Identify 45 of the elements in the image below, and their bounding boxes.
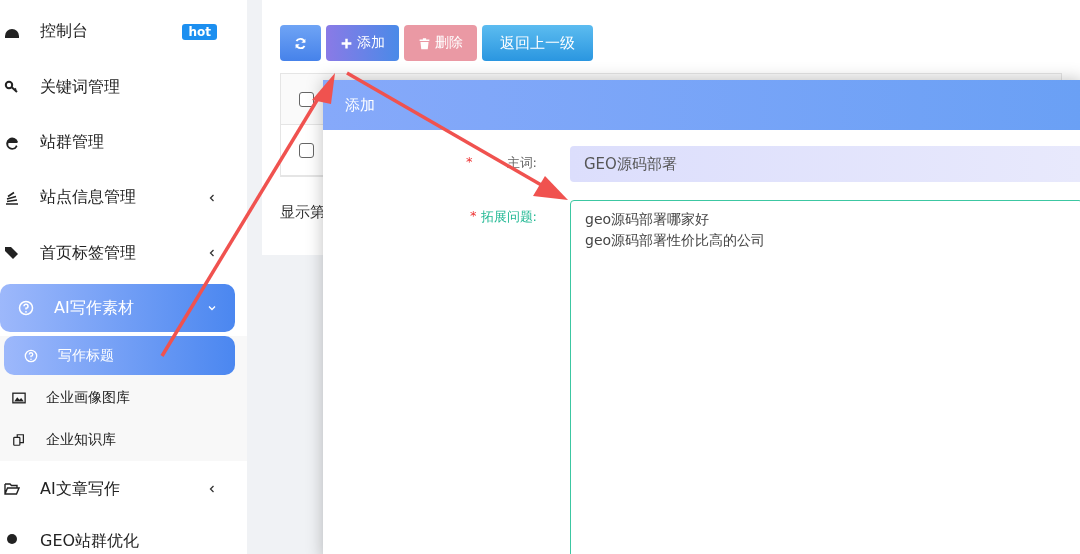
sidebar-item[interactable]: GEO站群优化 (0, 530, 235, 554)
menu-label: 控制台 (40, 21, 89, 43)
menu-label: 站群管理 (40, 131, 105, 153)
menu-label: 关键词管理 (40, 76, 121, 98)
menu-label: GEO站群优化 (40, 530, 141, 552)
stack-icon (4, 189, 20, 206)
sidebar-item[interactable]: 关键词管理 (0, 59, 235, 115)
required-mark: * (466, 154, 473, 171)
refresh-icon (294, 36, 307, 50)
tags-icon (4, 245, 20, 262)
refresh-button[interactable] (280, 25, 321, 61)
row-checkbox[interactable] (299, 142, 314, 158)
field-label: 拓展问题: (480, 208, 537, 226)
copy-icon (12, 433, 26, 448)
sidebar-item[interactable]: 站群管理 (0, 114, 235, 171)
sidebar-item[interactable]: 首页标签管理 (0, 225, 235, 281)
menu-label: 写作标题 (58, 346, 114, 365)
folder-icon (4, 481, 20, 498)
dialog-title: 添加 (345, 95, 375, 115)
sidebar-item[interactable]: 站点信息管理 (0, 170, 235, 226)
plus-icon (340, 36, 353, 50)
add-button[interactable]: 添加 (326, 25, 399, 61)
hot-badge: hot (182, 23, 217, 40)
submenu-item[interactable]: 企业知识库 (4, 419, 235, 462)
menu-label: 站点信息管理 (40, 187, 137, 209)
question-icon (18, 300, 34, 317)
sidebar-item[interactable]: 控制台 hot (0, 4, 235, 60)
chevron-left-icon (207, 484, 217, 495)
chevron-left-icon (207, 192, 217, 203)
image-icon (12, 391, 26, 406)
key-icon (4, 79, 20, 96)
submenu-item[interactable]: 企业画像图库 (4, 377, 235, 420)
sidebar-item[interactable]: AI文章写作 (0, 461, 235, 517)
questions-field[interactable]: geo源码部署哪家好 geo源码部署性价比高的公司 (570, 200, 1080, 554)
required-mark: * (470, 208, 477, 225)
menu-label: 企业知识库 (46, 431, 116, 450)
menu-label: AI写作素材 (54, 297, 135, 319)
question-icon (24, 348, 38, 363)
menu-label: AI文章写作 (40, 478, 121, 500)
row-checkbox[interactable] (299, 91, 314, 107)
keyword-field[interactable]: GEO源码部署 (570, 146, 1080, 182)
trash-icon (418, 36, 431, 50)
chevron-left-icon (207, 248, 217, 259)
menu-label: 企业画像图库 (46, 389, 130, 408)
menu-label: 首页标签管理 (40, 242, 137, 264)
